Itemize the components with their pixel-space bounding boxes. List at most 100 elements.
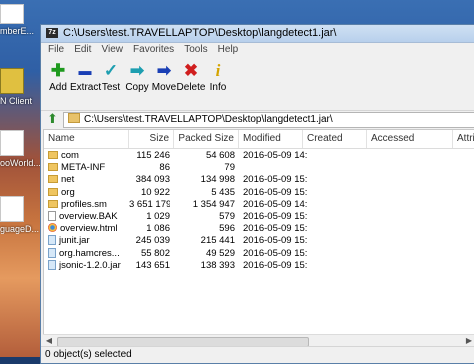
table-row[interactable]: org.hamcres... 55 802 49 529 2016-05-09 15:…: [44, 247, 474, 260]
cell-modified: 2016-05-09 15:27: [243, 174, 307, 186]
cell-packed-size: 1 354 947: [192, 198, 235, 210]
up-folder-icon[interactable]: ⬆: [47, 112, 61, 126]
address-bar: ⬆ C:\Users\test.TRAVELLAPTOP\Desktop\lan…: [41, 111, 474, 129]
toolbar: ✚ Add ▬ Extract ✓ Test ➡ Copy ➡ Move ✖ D…: [41, 58, 474, 111]
file-name: com: [61, 150, 79, 161]
menu-help[interactable]: Help: [218, 43, 239, 57]
cell-name: net: [48, 174, 130, 186]
table-row[interactable]: overview.BAK 1 029 579 2016-05-09 15:27: [44, 211, 474, 223]
delete-icon: ✖: [183, 61, 199, 80]
info-label: Info: [209, 82, 227, 93]
app-icon: 7z: [46, 28, 58, 38]
file-list: Name Size Packed Size Modified Created A…: [43, 129, 474, 335]
file-manager-window: 7z C:\Users\test.TRAVELLAPTOP\Desktop\la…: [40, 24, 474, 364]
cell-packed-size: 5 435: [211, 186, 235, 198]
folder-icon: [48, 175, 58, 184]
info-button[interactable]: i Info: [203, 60, 233, 93]
add-button[interactable]: ✚ Add: [43, 60, 73, 93]
cell-size: 143 651: [135, 259, 170, 271]
menu-file[interactable]: File: [48, 43, 64, 57]
plus-icon: ✚: [50, 61, 66, 80]
cell-name: profiles.sm: [48, 199, 130, 211]
menu-view[interactable]: View: [101, 43, 123, 57]
cell-modified: 2016-05-09 15:27: [243, 259, 307, 271]
jar-file-icon: [48, 235, 56, 246]
column-attributes[interactable]: Attribe: [453, 130, 474, 148]
table-row[interactable]: META-INF 86 79: [44, 162, 474, 174]
file-name: junit.jar: [59, 235, 90, 247]
table-row[interactable]: com 115 246 54 608 2016-05-09 14:58: [44, 150, 474, 162]
document-icon: [0, 196, 24, 222]
column-created[interactable]: Created: [303, 130, 367, 148]
delete-button[interactable]: ✖ Delete: [176, 60, 206, 93]
window-title: C:\Users\test.TRAVELLAPTOP\Desktop\langd…: [63, 27, 337, 39]
cell-packed-size: 79: [224, 162, 235, 174]
file-name: org: [61, 186, 75, 198]
cell-name: overview.BAK: [48, 211, 130, 223]
menu-edit[interactable]: Edit: [74, 43, 91, 57]
status-text: 0 object(s) selected: [45, 349, 132, 360]
folder-icon: [48, 151, 58, 159]
file-name: jsonic-1.2.0.jar: [59, 259, 121, 271]
cell-name: jsonic-1.2.0.jar: [48, 259, 130, 272]
file-name: overview.BAK: [59, 211, 118, 222]
cell-name: com: [48, 150, 130, 162]
column-size[interactable]: Size: [129, 130, 174, 148]
menu-tools[interactable]: Tools: [184, 43, 207, 57]
cell-size: 245 039: [135, 235, 170, 247]
cell-size: 10 922: [140, 186, 170, 198]
document-icon: [0, 4, 24, 24]
folder-icon: [48, 163, 58, 172]
table-row[interactable]: junit.jar 245 039 215 441 2016-05-09 15:27: [44, 235, 474, 247]
move-button[interactable]: ➡ Move: [149, 60, 179, 93]
copy-button[interactable]: ➡ Copy: [122, 60, 152, 93]
table-row[interactable]: net 384 093 134 998 2016-05-09 15:27: [44, 174, 474, 186]
desktop-icon[interactable]: guageD...: [0, 196, 40, 234]
cell-modified: 2016-05-09 15:27: [243, 211, 307, 222]
column-accessed[interactable]: Accessed: [367, 130, 453, 148]
menu-bar: File Edit View Favorites Tools Help: [41, 43, 474, 57]
copy-label: Copy: [125, 82, 149, 93]
cell-name: META-INF: [48, 162, 130, 174]
table-row[interactable]: profiles.sm 3 651 179 1 354 947 2016-05-09 …: [44, 199, 474, 211]
file-name: org.hamcres...: [59, 247, 120, 259]
cell-packed-size: 49 529: [205, 247, 235, 259]
table-row[interactable]: org 10 922 5 435 2016-05-09 15:27: [44, 187, 474, 199]
menu-favorites[interactable]: Favorites: [133, 43, 174, 57]
cell-size: 55 802: [140, 247, 170, 259]
address-input[interactable]: C:\Users\test.TRAVELLAPTOP\Desktop\langd…: [63, 112, 474, 128]
cell-name: junit.jar: [48, 235, 130, 247]
desktop-icon-label: mberE...: [0, 26, 35, 36]
jar-file-icon: [48, 259, 56, 270]
cell-packed-size: 215 441: [200, 235, 235, 247]
list-header: Name Size Packed Size Modified Created A…: [44, 130, 474, 149]
cell-size: 3 651 179: [129, 198, 170, 210]
desktop-icon[interactable]: mberE...: [0, 4, 40, 36]
desktop-icon-label: guageD...: [0, 224, 40, 234]
cell-name: org: [48, 187, 130, 199]
html-file-icon: [48, 223, 57, 233]
cell-size: 1 029: [146, 211, 170, 222]
file-name: overview.html: [60, 223, 118, 235]
column-modified[interactable]: Modified: [239, 130, 303, 148]
desktop-icon[interactable]: ooWorld...: [0, 130, 40, 168]
desktop-icon-label: N Client: [0, 96, 33, 106]
desktop-icon[interactable]: N Client: [0, 68, 40, 106]
column-name[interactable]: Name: [44, 130, 129, 148]
cell-packed-size: 138 393: [200, 259, 235, 271]
arrow-right-icon: ➡: [156, 61, 172, 80]
cell-name: org.hamcres...: [48, 247, 130, 260]
cell-modified: 2016-05-09 15:27: [243, 223, 307, 235]
cell-modified: 2016-05-09 15:27: [243, 235, 307, 247]
info-icon: i: [215, 61, 221, 80]
file-icon: [48, 211, 56, 221]
cell-size: 115 246: [136, 150, 170, 161]
column-packed-size[interactable]: Packed Size: [174, 130, 239, 148]
folder-icon: [48, 199, 58, 208]
table-row[interactable]: jsonic-1.2.0.jar 143 651 138 393 2016-05-09…: [44, 259, 474, 272]
table-row[interactable]: overview.html 1 086 596 2016-05-09 15:27: [44, 223, 474, 235]
title-bar[interactable]: 7z C:\Users\test.TRAVELLAPTOP\Desktop\la…: [41, 25, 474, 43]
cell-size: 86: [159, 162, 170, 174]
cell-modified: 2016-05-09 14:39: [243, 198, 307, 210]
desktop-icon-label: ooWorld...: [0, 158, 40, 168]
